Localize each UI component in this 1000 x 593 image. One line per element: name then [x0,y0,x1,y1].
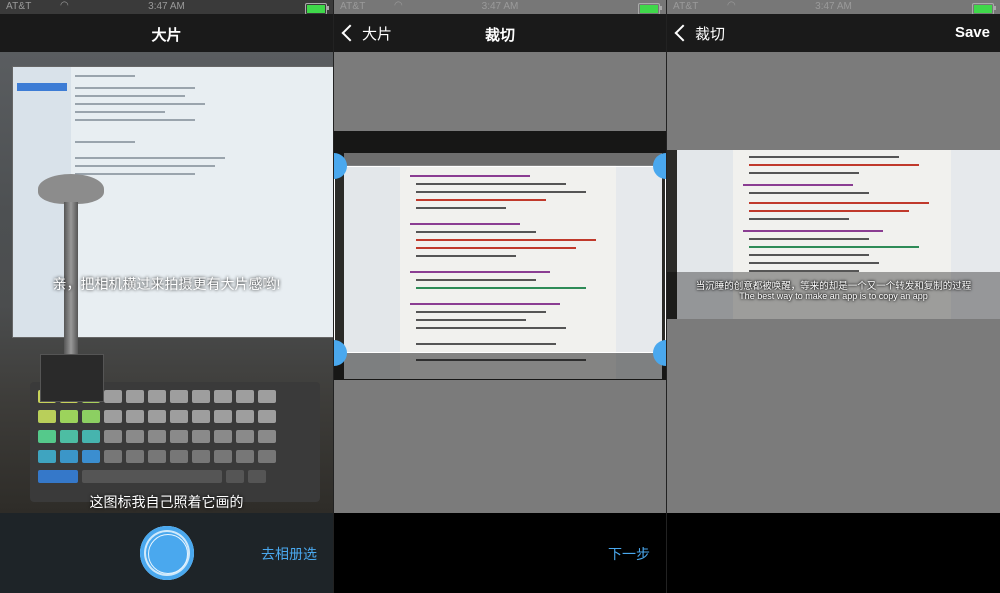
crop-mask-top [334,131,666,166]
back-label: 裁切 [695,26,726,43]
clock: 3:47 AM [148,1,185,12]
nav-bar: 大片 裁切 [334,14,666,52]
camera-preview[interactable]: 亲，把相机横过来拍摄更有大片感哟! 这图标我自己照着它画的 [0,52,333,513]
crop-screen: AT&T ◠ 3:47 AM 大片 裁切 下一步 [334,0,666,593]
nav-bar: 裁切 Save [667,14,1000,52]
clock: 3:47 AM [481,1,519,12]
subtitle-chinese: 当沉睡的创意都被唤醒，等来的却是一个又一个转发和复制的过程 [695,281,972,292]
preview-screen: AT&T ◠ 3:47 AM 裁切 Save 当沉睡的创意都被唤醒，等来的却是一… [667,0,1000,593]
status-bar: AT&T ◠ 3:47 AM [667,0,1000,15]
camera-toolbar: 去相册选 [0,513,333,593]
rotate-prompt: 亲，把相机横过来拍摄更有大片感哟! [52,276,281,292]
status-bar: AT&T ◠ 3:47 AM [0,0,333,15]
capture-screen: AT&T ◠ 3:47 AM 大片 亲，把相机横过来拍摄更有大片感哟! 这图标我… [0,0,333,593]
nav-title: 大片 [151,27,182,44]
crop-toolbar: 下一步 [334,513,666,593]
choose-from-album-link[interactable]: 去相册选 [261,544,317,564]
subtitle-english: The best way to make an app is to copy a… [739,291,928,301]
nav-bar: 大片 [0,14,333,52]
chevron-left-icon [674,24,692,42]
cropped-photo: 当沉睡的创意都被唤醒，等来的却是一个又一个转发和复制的过程 The best w… [667,150,1000,319]
clock: 3:47 AM [815,1,852,12]
camera-shutter-icon[interactable] [140,526,194,580]
crop-frame[interactable] [334,166,666,353]
back-button[interactable]: 裁切 [674,23,726,44]
crop-mask-bottom [334,353,666,380]
save-button[interactable]: Save [955,24,990,41]
status-bar: AT&T ◠ 3:47 AM [334,0,666,15]
next-step-button[interactable]: 下一步 [608,544,650,564]
preview-toolbar [667,513,1000,593]
photo-caption: 这图标我自己照着它画的 [89,494,244,510]
nav-title: 裁切 [484,27,515,44]
